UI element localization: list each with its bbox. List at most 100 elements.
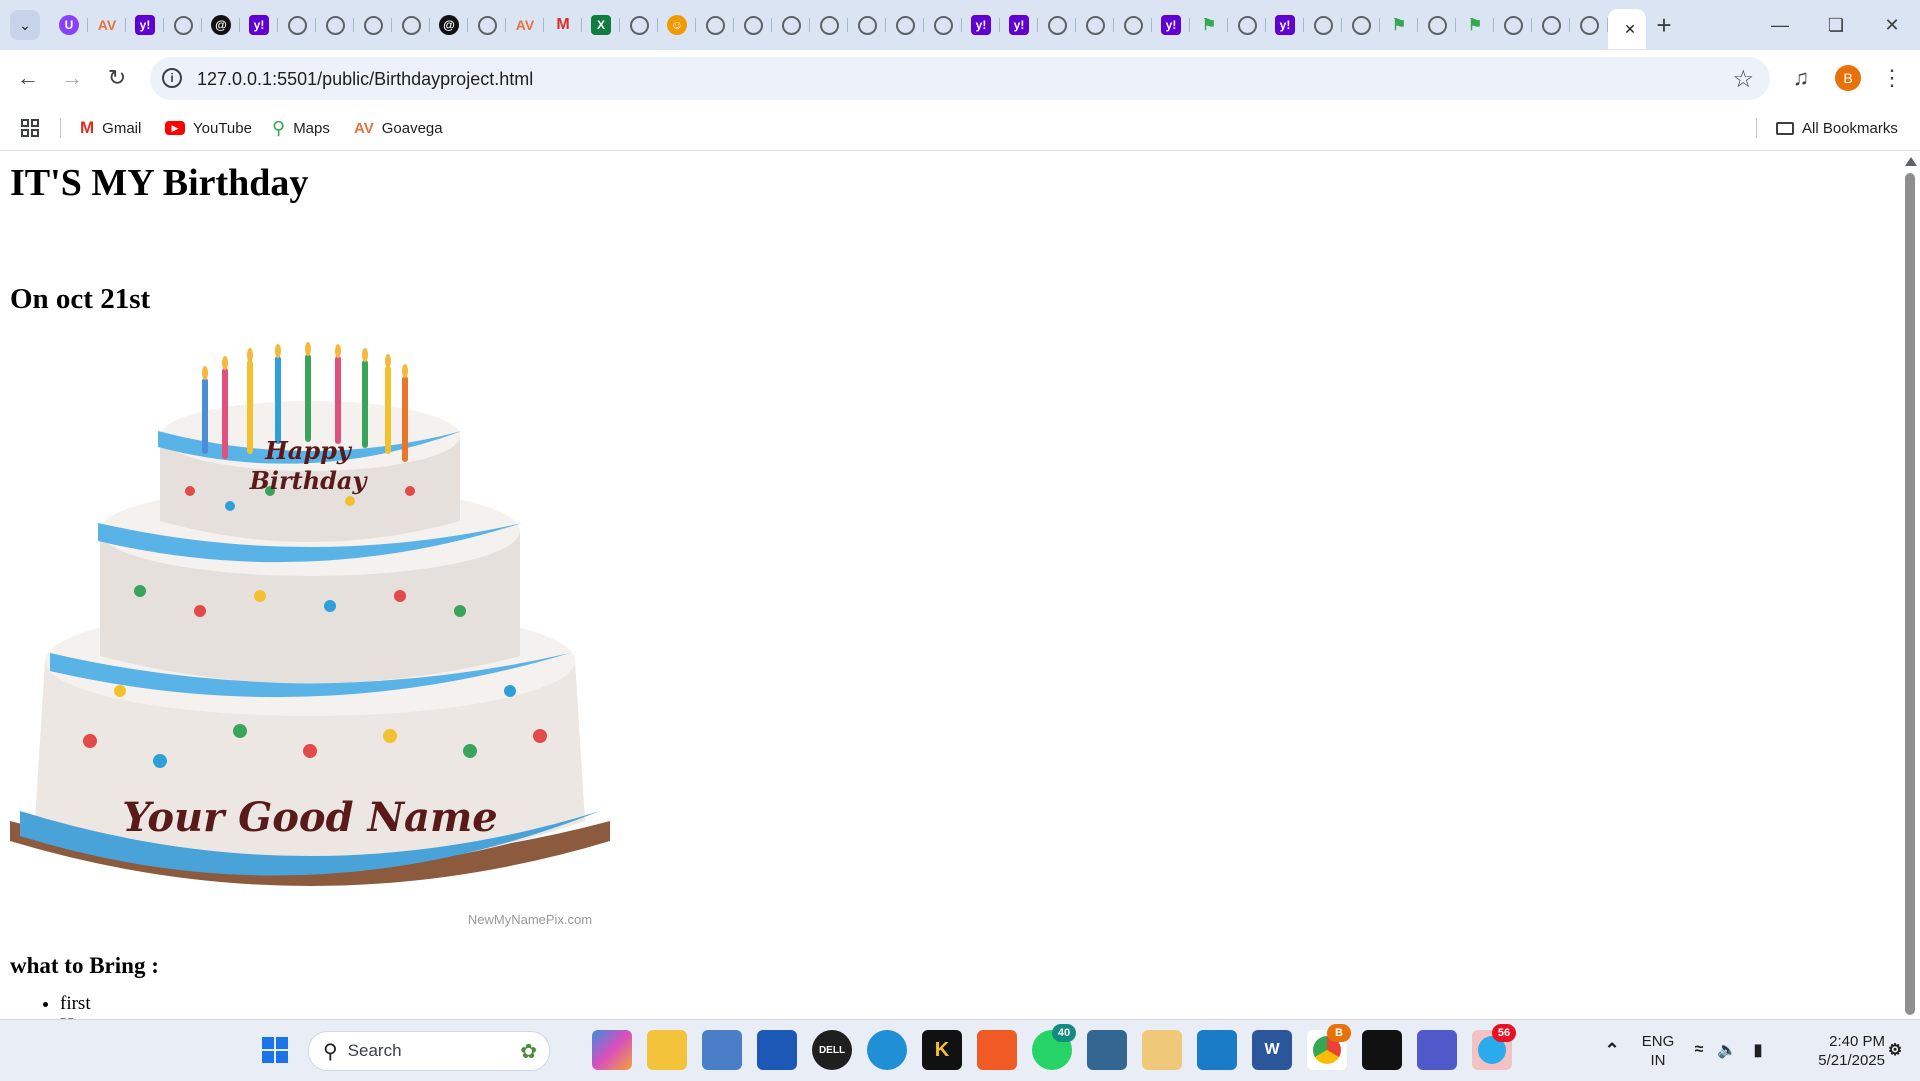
tab[interactable] (1418, 9, 1456, 41)
tab[interactable] (772, 9, 810, 41)
tab[interactable] (316, 9, 354, 41)
bookmark-youtube[interactable]: ▶ YouTube (165, 115, 252, 141)
url-text[interactable]: 127.0.0.1:5501/public/Birthdayproject.ht… (197, 69, 533, 90)
tab[interactable]: AV (88, 9, 126, 41)
tab[interactable]: y! (1266, 9, 1304, 41)
tab[interactable]: ⚑ (1190, 9, 1228, 41)
tab[interactable] (886, 9, 924, 41)
word-icon[interactable]: W (1252, 1030, 1292, 1070)
page-scrollbar[interactable] (1900, 151, 1920, 1019)
file-explorer-icon[interactable] (647, 1030, 687, 1070)
tab[interactable] (1304, 9, 1342, 41)
tab[interactable]: y! (126, 9, 164, 41)
search-icon: ⚲ (323, 1040, 338, 1063)
tab[interactable]: X (582, 9, 620, 41)
site-info-icon[interactable]: i (162, 68, 182, 88)
volume-icon[interactable]: 🔈 (1713, 1030, 1741, 1070)
back-button[interactable]: ← (12, 62, 44, 94)
yahoo-icon: y! (971, 15, 991, 35)
wifi-icon[interactable]: ≈ (1685, 1030, 1713, 1070)
copilot-icon[interactable] (592, 1030, 632, 1070)
tab[interactable] (1532, 9, 1570, 41)
tab[interactable] (848, 9, 886, 41)
edge-icon[interactable] (867, 1030, 907, 1070)
tab[interactable]: @ (430, 9, 468, 41)
tab[interactable] (392, 9, 430, 41)
apps-grid-icon[interactable] (20, 115, 40, 141)
telegram-icon[interactable]: 56 (1472, 1024, 1516, 1070)
scroll-up-arrow-icon[interactable] (1905, 157, 1917, 166)
reload-button[interactable]: ↻ (101, 62, 133, 94)
dell-icon[interactable]: DELL (812, 1030, 852, 1070)
bookmark-star-icon[interactable]: ☆ (1732, 65, 1754, 94)
close-tab-icon[interactable]: ✕ (1624, 21, 1636, 38)
tab[interactable] (468, 9, 506, 41)
python-icon[interactable] (702, 1030, 742, 1070)
restore-button[interactable]: ❏ (1808, 0, 1864, 50)
tab[interactable] (1570, 9, 1608, 41)
tab[interactable]: y! (240, 9, 278, 41)
tab[interactable]: ⚑ (1456, 9, 1494, 41)
tab[interactable]: y! (1152, 9, 1190, 41)
media-control-icon[interactable]: ♫ (1785, 62, 1817, 94)
tab[interactable] (696, 9, 734, 41)
start-button[interactable] (255, 1030, 295, 1070)
tab-active[interactable]: ✕ (1608, 9, 1646, 49)
tab[interactable] (924, 9, 962, 41)
tab[interactable] (354, 9, 392, 41)
language-indicator[interactable]: ENG IN (1640, 1032, 1676, 1070)
tab[interactable] (1114, 9, 1152, 41)
globe-icon (363, 15, 383, 35)
tray-chevron-up-icon[interactable]: ⌃ (1592, 1030, 1632, 1070)
chrome-icon[interactable]: B (1307, 1024, 1351, 1070)
all-bookmarks-button[interactable]: All Bookmarks (1776, 115, 1898, 141)
tab[interactable]: U (50, 9, 88, 41)
tab[interactable] (1342, 9, 1380, 41)
tab[interactable] (1076, 9, 1114, 41)
bookmark-maps[interactable]: ⚲ Maps (272, 115, 330, 141)
bookmark-gmail[interactable]: M Gmail (80, 115, 141, 141)
k-app-icon[interactable]: K (922, 1030, 962, 1070)
notifications-bell-icon[interactable]: ⚙ (1880, 1030, 1910, 1070)
bookmark-goavega[interactable]: AV Goavega (354, 115, 443, 141)
tab[interactable]: ⚑ (1380, 9, 1418, 41)
tab[interactable] (810, 9, 848, 41)
tab[interactable] (1038, 9, 1076, 41)
tab[interactable]: @ (202, 9, 240, 41)
tab[interactable]: y! (1000, 9, 1038, 41)
meta-app-icon[interactable] (1362, 1030, 1402, 1070)
taskbar-search-box[interactable]: ⚲ Search ✿ (308, 1031, 550, 1071)
bookmarks-divider (1756, 118, 1757, 138)
brave-icon[interactable] (977, 1030, 1017, 1070)
tab[interactable] (1494, 9, 1532, 41)
page-subtitle: On oct 21st (10, 283, 151, 315)
profile-button[interactable]: B (1832, 62, 1864, 94)
address-bar[interactable]: i 127.0.0.1:5501/public/Birthdayproject.… (150, 57, 1770, 100)
postgresql-icon[interactable] (1087, 1030, 1127, 1070)
tab[interactable]: y! (962, 9, 1000, 41)
tab[interactable] (620, 9, 658, 41)
tab[interactable]: M (544, 9, 582, 41)
menu-kebab-icon[interactable]: ⋮ (1876, 62, 1908, 94)
teams-icon[interactable] (1417, 1030, 1457, 1070)
tab[interactable]: AV (506, 9, 544, 41)
vscode-icon[interactable] (1197, 1030, 1237, 1070)
tab[interactable] (734, 9, 772, 41)
avatar: B (1835, 65, 1861, 91)
tab[interactable] (164, 9, 202, 41)
microsoft-store-icon[interactable] (757, 1030, 797, 1070)
tab-search-button[interactable]: ⌄ (10, 10, 40, 40)
clock[interactable]: 2:40 PM 5/21/2025 (1785, 1032, 1885, 1070)
scrollbar-thumb[interactable] (1905, 173, 1915, 1015)
new-tab-button[interactable]: + (1650, 10, 1678, 40)
close-window-button[interactable]: ✕ (1864, 0, 1920, 50)
minimize-button[interactable]: — (1752, 0, 1808, 50)
tab[interactable] (1228, 9, 1266, 41)
whatsapp-icon[interactable]: 40 (1032, 1024, 1076, 1070)
tab[interactable]: ☺ (658, 9, 696, 41)
tab[interactable] (278, 9, 316, 41)
forward-button[interactable]: → (56, 62, 88, 94)
bookmark-label: YouTube (193, 119, 252, 137)
battery-icon[interactable]: ▮ (1743, 1030, 1773, 1070)
paint-icon[interactable] (1142, 1030, 1182, 1070)
